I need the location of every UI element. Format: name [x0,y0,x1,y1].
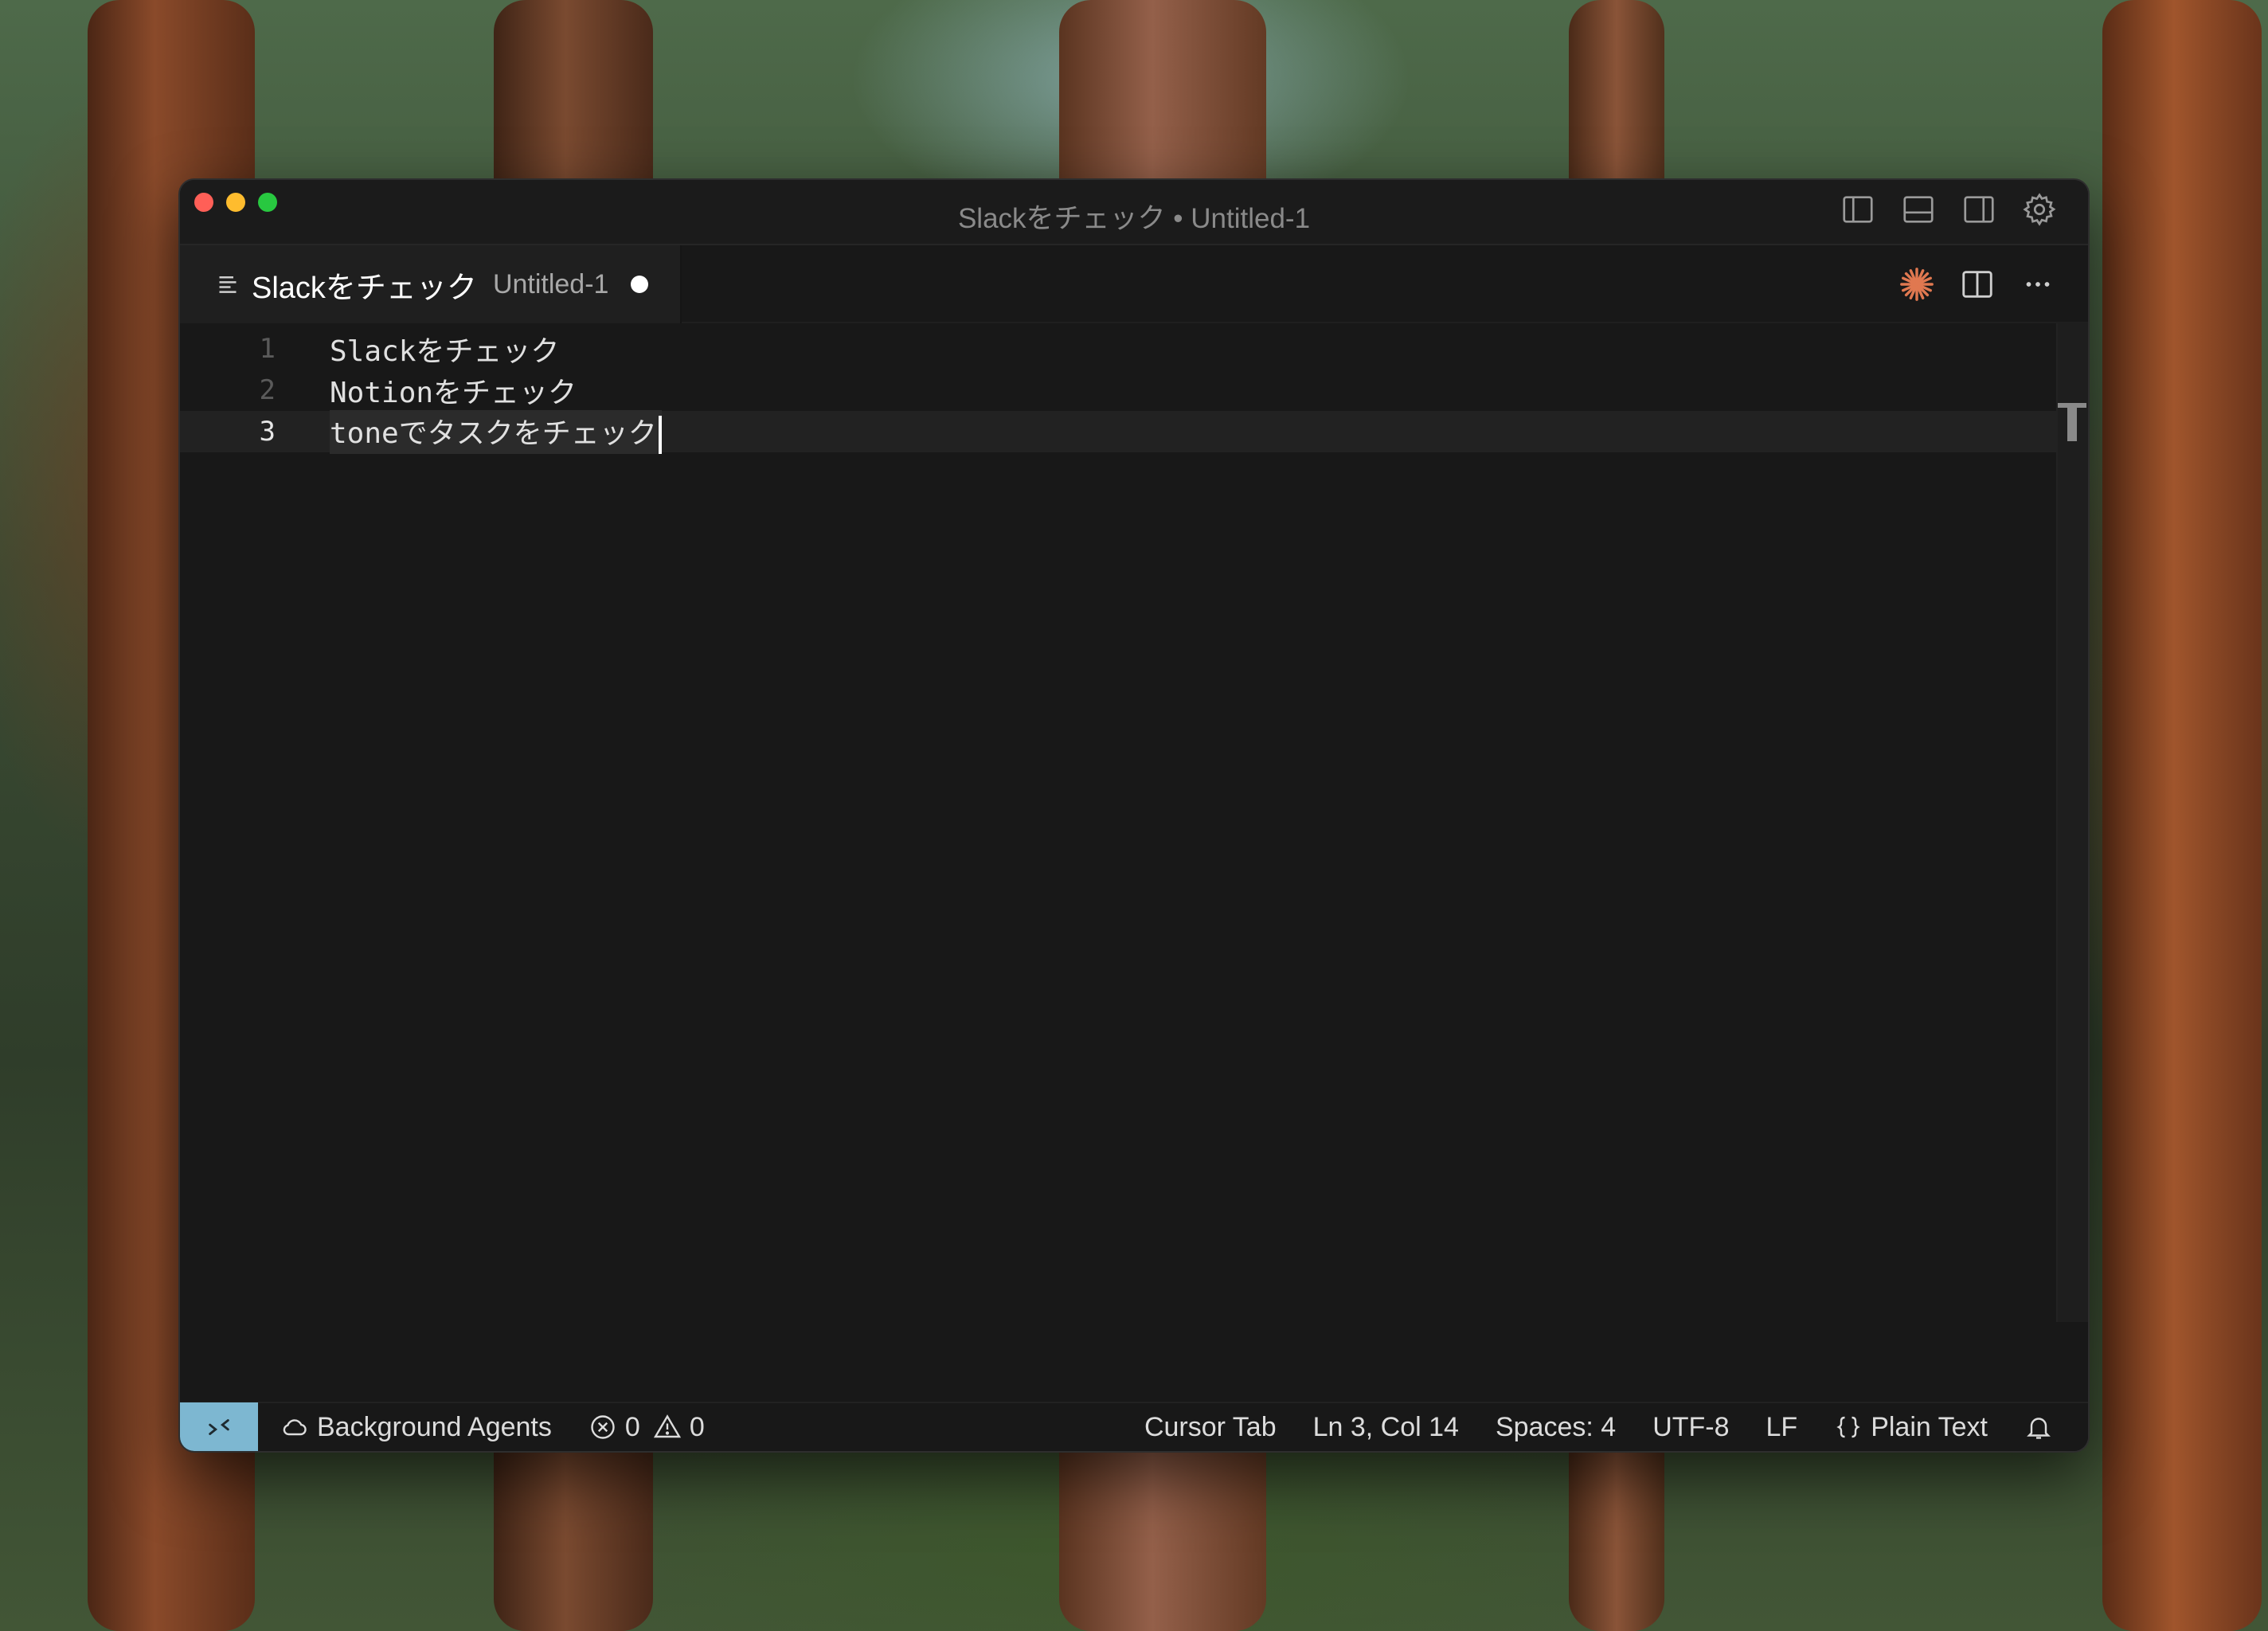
more-actions-icon[interactable] [2020,266,2056,303]
language-mode-label: Plain Text [1871,1411,1988,1442]
error-icon [591,1415,615,1439]
language-mode-button[interactable]: Plain Text [1834,1412,1988,1443]
background-agents-button[interactable]: Background Agents [280,1412,552,1443]
tab-bar: Slackをチェック Untitled-1 [180,245,2088,323]
problems-button[interactable]: 0 0 [589,1412,705,1443]
braces-icon [1836,1416,1860,1438]
cloud-icon [283,1419,307,1436]
unsaved-changes-dot-icon[interactable] [631,276,649,293]
layout-controls [1840,191,2058,228]
status-bar: Background Agents 0 0 Cursor Tab Ln 3, C… [180,1402,2088,1451]
warning-icon [653,1414,681,1438]
notifications-button[interactable] [2024,1413,2053,1441]
tab-title: Slackをチェック [252,271,477,305]
text-lines-icon [219,276,237,293]
line-text[interactable]: Notionをチェック [330,370,577,411]
tab-description: Untitled-1 [492,268,609,299]
editor-window: Slackをチェック • Untitled-1 Slackをチェック Untit… [178,178,2090,1453]
line-text-wrapper[interactable]: toneでタスクをチェック [330,409,662,454]
editor-line-current[interactable]: 3 toneでタスクをチェック [180,409,2056,454]
toggle-panel-icon[interactable] [1900,191,1937,228]
indentation-label: Spaces: 4 [1495,1411,1617,1442]
bell-icon [2027,1418,2051,1439]
cursor-position-label: Ln 3, Col 14 [1312,1411,1459,1442]
line-text[interactable]: Slackをチェック [330,328,559,370]
encoding-button[interactable]: UTF-8 [1652,1412,1729,1443]
settings-gear-icon[interactable] [2021,191,2058,228]
warning-count: 0 [689,1411,705,1442]
background-agents-label: Background Agents [317,1411,552,1442]
remote-connection-icon [209,1419,229,1435]
cursor-tab-label: Cursor Tab [1144,1411,1277,1442]
line-number: 3 [259,416,276,448]
title-bar: Slackをチェック • Untitled-1 [180,180,2088,245]
toggle-secondary-sidebar-icon[interactable] [1961,191,1997,228]
cursor-tab-button[interactable]: Cursor Tab [1144,1412,1277,1443]
indentation-button[interactable]: Spaces: 4 [1496,1412,1616,1443]
background-tree-trunk [2102,0,2262,1631]
scrollbar-cursor-marker [2067,406,2077,441]
remote-indicator-button[interactable] [180,1402,258,1451]
cursor-position-button[interactable]: Ln 3, Col 14 [1313,1412,1459,1443]
editor-line[interactable]: 2 Notionをチェック [180,370,2056,411]
editor-tab-untitled-1[interactable]: Slackをチェック Untitled-1 [180,245,682,323]
window-title: Slackをチェック • Untitled-1 [957,203,1311,234]
line-number: 2 [259,374,276,406]
encoding-label: UTF-8 [1652,1411,1730,1442]
split-editor-icon[interactable] [1959,266,1996,303]
editor-line[interactable]: 1 Slackをチェック [180,328,2056,370]
editor-actions [1898,266,2056,303]
vertical-scrollbar[interactable] [2056,323,2088,1322]
text-editor[interactable]: 1 Slackをチェック 2 Notionをチェック 3 toneでタスクをチェ… [180,323,2088,1402]
end-of-line-label: LF [1766,1411,1798,1442]
line-text[interactable]: toneでタスクをチェック [330,417,657,450]
error-count: 0 [624,1411,640,1442]
line-number: 1 [259,333,276,365]
ai-sparkle-icon[interactable] [1898,266,1935,303]
end-of-line-button[interactable]: LF [1766,1412,1798,1443]
text-cursor [658,415,662,454]
toggle-primary-sidebar-icon[interactable] [1840,191,1876,228]
